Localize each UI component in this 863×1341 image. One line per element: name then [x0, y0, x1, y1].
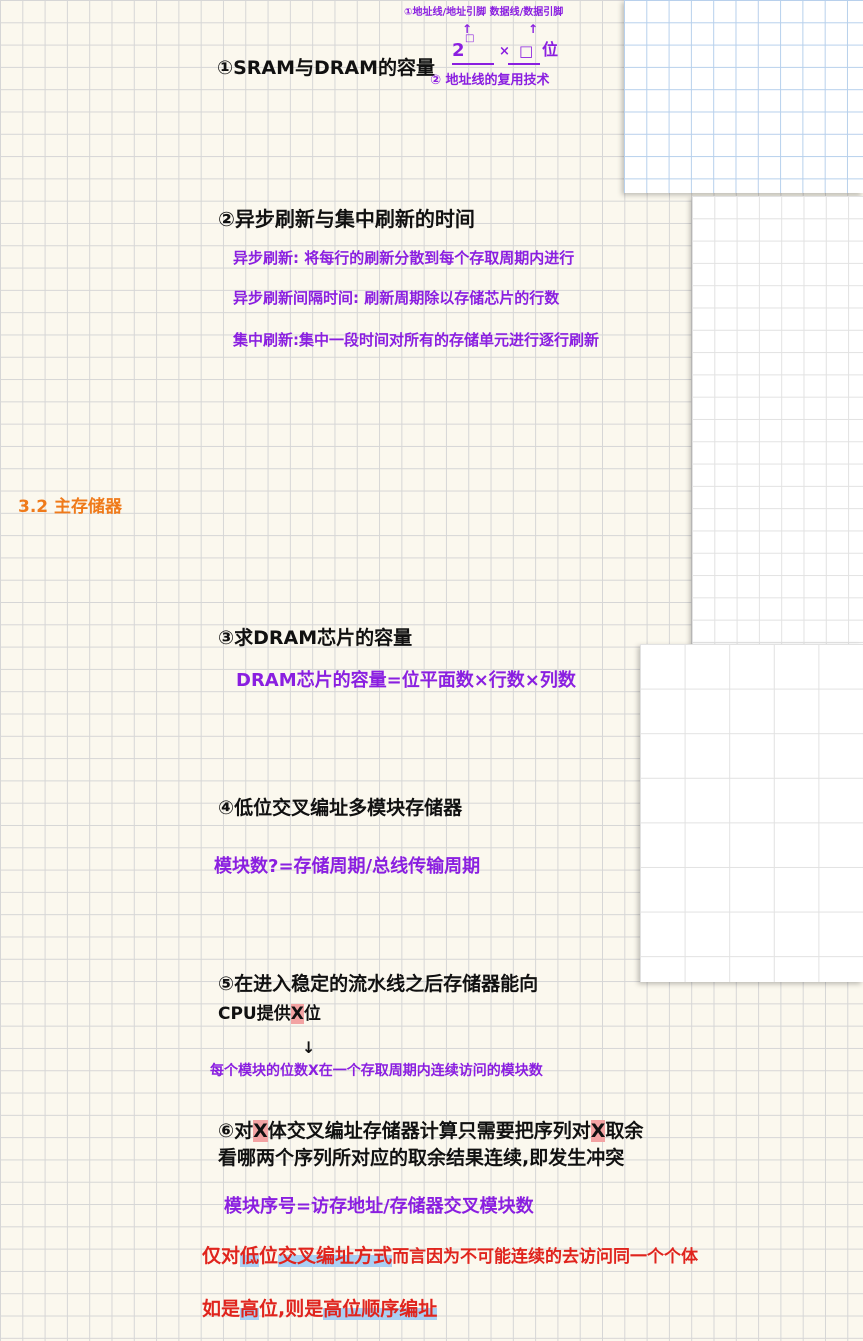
notebook-page: { "section": { "title": "3.2 主存储器" }, "i… — [0, 0, 863, 1341]
red-note-line1: 仅对低位交叉编址方式而言因为不可能连续的去访问同一个个体 — [202, 1245, 698, 1268]
pipeline-arrow: ↓ — [302, 1038, 316, 1057]
overlay-sheet-top-right — [624, 0, 863, 193]
red-note1-c: 而言因为不可能连续的去访问同一个个体 — [392, 1247, 699, 1267]
module-index-formula: 模块序号=访存地址/存储器交叉模块数 — [224, 1196, 534, 1217]
interleave-calc-line1: ⑥对X体交叉编址存储器计算只需要把序列对X取余 — [218, 1120, 643, 1143]
module-count-formula: 模块数?=存储周期/总线传输周期 — [214, 856, 481, 877]
red-note-line2: 如是高位,则是高位顺序编址 — [202, 1298, 438, 1321]
formula-underline-right — [508, 63, 540, 65]
note-address-data-lines: ①地址线/地址引脚 数据线/数据引脚 — [404, 7, 564, 18]
red-note2-hl-sequential: 高位顺序编址 — [323, 1298, 438, 1320]
calc-x-mark-1: X — [253, 1120, 268, 1142]
red-note2-hl-high: 高 — [240, 1298, 260, 1320]
heading-sram-dram-capacity: ①SRAM与DRAM的容量 — [217, 57, 436, 79]
formula-times: × — [499, 44, 510, 59]
overlay-sheet-right — [692, 196, 863, 646]
overlay-sheet-grid — [640, 644, 863, 982]
heading-pipeline-line2: CPU提供X位 — [218, 1004, 321, 1024]
formula-unit: 位 — [542, 40, 559, 59]
red-note1-hl-interleave: 交叉编址方式 — [278, 1245, 393, 1267]
formula-base: 2 — [452, 40, 465, 61]
refresh-line-1: 异步刷新: 将每行的刷新分散到每个存取周期内进行 — [233, 249, 575, 267]
calc-line1-post: 取余 — [605, 1120, 644, 1142]
red-note2-a: 如是 — [202, 1298, 241, 1320]
formula-exponent: □ — [465, 33, 475, 44]
red-note1-b: 位 — [259, 1245, 279, 1267]
refresh-line-2: 异步刷新间隔时间: 刷新周期除以存储芯片的行数 — [233, 289, 560, 307]
dram-capacity-formula: DRAM芯片的容量=位平面数×行数×列数 — [236, 670, 576, 691]
heading-refresh-time: ②异步刷新与集中刷新的时间 — [218, 207, 475, 231]
refresh-line-3: 集中刷新:集中一段时间对所有的存储单元进行逐行刷新 — [233, 331, 600, 349]
calc-x-mark-2: X — [590, 1120, 606, 1142]
red-note1-hl-low: 低 — [240, 1245, 260, 1267]
pipeline-note: 每个模块的位数X在一个存取周期内连续访问的模块数 — [210, 1063, 543, 1079]
formula-box: □ — [519, 42, 534, 60]
pipeline-x-mark: X — [290, 1004, 304, 1024]
pipeline-line2-post: 位 — [303, 1004, 321, 1024]
pipeline-line2-pre: CPU提供 — [218, 1004, 291, 1024]
red-note1-a: 仅对 — [202, 1245, 241, 1267]
calc-line1-mid: 体交叉编址存储器计算只需要把序列对 — [267, 1120, 591, 1142]
arrow-up-right: ↑ — [528, 22, 539, 36]
interleave-calc-line2: 看哪两个序列所对应的取余结果连续,即发生冲突 — [218, 1147, 625, 1169]
heading-pipeline-line1: ⑤在进入稳定的流水线之后存储器能向 — [218, 973, 539, 995]
heading-low-interleave: ④低位交叉编址多模块存储器 — [218, 797, 463, 819]
section-title: 3.2 主存储器 — [18, 497, 123, 517]
red-note2-b: 位,则是 — [259, 1298, 324, 1320]
note-address-multiplexing: ② 地址线的复用技术 — [430, 73, 550, 88]
formula-underline-left — [452, 63, 494, 65]
calc-line1-pre: ⑥对 — [218, 1120, 254, 1142]
heading-dram-capacity: ③求DRAM芯片的容量 — [218, 627, 413, 649]
